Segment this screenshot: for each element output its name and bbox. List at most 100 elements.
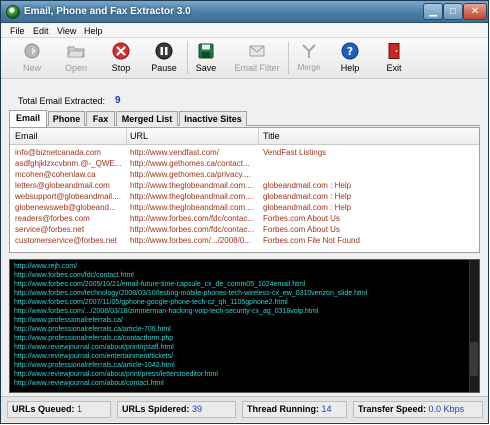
- transfer-speed-label: Transfer Speed:: [358, 404, 427, 414]
- log-scrollbar[interactable]: [469, 260, 479, 392]
- tab-phone[interactable]: Phone: [48, 111, 85, 126]
- help-icon: ?: [341, 42, 359, 60]
- crawl-log-panel[interactable]: http://www.rejh.com/ http://www.forbes.c…: [9, 259, 480, 393]
- transfer-speed-status: Transfer Speed: 0.0 Kbps: [353, 401, 483, 418]
- open-folder-icon: [67, 46, 85, 58]
- log-line: http://www.reviewjournal.com/entertainme…: [14, 353, 174, 360]
- table-row[interactable]: readers@forbes.com http://www.forbes.com…: [10, 214, 479, 225]
- save-label: Save: [195, 63, 217, 73]
- urls-spidered-status: URLs Spidered: 39: [117, 401, 236, 418]
- total-extracted-panel: Total Email Extracted: 9: [9, 91, 480, 108]
- log-line: http://www.professionalreferrals.ca/: [14, 317, 123, 324]
- column-header-email[interactable]: Email: [15, 131, 38, 141]
- email-cell: websupport@globeandmail....: [15, 192, 121, 201]
- url-cell: http://www.gethomes.ca/privacy....: [130, 170, 251, 179]
- menu-bar: File Edit View Help: [1, 24, 488, 38]
- status-bar: URLs Queued: 1 URLs Spidered: 39 Thread …: [1, 396, 488, 422]
- urls-queued-status: URLs Queued: 1: [7, 401, 111, 418]
- stop-button[interactable]: Stop: [98, 40, 144, 77]
- transfer-speed-value: 0.0 Kbps: [428, 404, 465, 414]
- title-cell: globeandmail.com : Help: [263, 203, 352, 212]
- email-filter-label: Email Filter: [234, 63, 280, 73]
- thread-running-status: Thread Running: 14: [242, 401, 347, 418]
- app-window: Email, Phone and Fax Extractor 3.0 ▁ □ ✕…: [0, 0, 489, 424]
- result-tabs: Email Phone Fax Merged List Inactive Sit…: [9, 110, 480, 127]
- url-cell: http://www.theglobeandmail.com....: [130, 192, 255, 201]
- table-row[interactable]: globenewsweb@globeand... http://www.theg…: [10, 203, 479, 214]
- log-line: http://www.forbes.com/.../2008/03/18/zim…: [14, 308, 319, 315]
- thread-running-label: Thread Running:: [247, 404, 319, 414]
- new-label: New: [22, 63, 41, 73]
- url-cell: http://www.gethomes.ca/contact...: [130, 159, 250, 168]
- email-results-table[interactable]: Email URL Title info@biznetcanada.com ht…: [9, 127, 480, 253]
- title-bar[interactable]: Email, Phone and Fax Extractor 3.0 ▁ □ ✕: [1, 1, 488, 23]
- email-cell: mcohen@cohenlaw.ca: [15, 170, 96, 179]
- table-row[interactable]: info@biznetcanada.com http://www.vendfas…: [10, 148, 479, 159]
- table-row[interactable]: service@forbes.net http://www.forbes.com…: [10, 225, 479, 236]
- save-disk-icon: [198, 43, 214, 59]
- email-cell: asdfghjklzxcvbnm.@-_QWE...: [15, 159, 122, 168]
- app-logo-icon: [6, 5, 20, 19]
- new-icon: [24, 43, 40, 59]
- help-button[interactable]: ? Help: [327, 40, 373, 77]
- menu-help[interactable]: Help: [84, 26, 103, 36]
- svg-text:?: ?: [347, 45, 353, 58]
- merge-button[interactable]: Merge: [286, 40, 332, 77]
- menu-file[interactable]: File: [10, 26, 25, 36]
- table-header: Email URL Title: [10, 128, 479, 145]
- title-cell: Forbes.com File Not Found: [263, 236, 360, 245]
- pause-icon: [155, 42, 173, 60]
- log-line: http://www.reviewjournal.com/about/print…: [14, 344, 174, 351]
- total-extracted-value: 9: [115, 95, 121, 106]
- log-line: http://www.professionalreferrals.ca/cont…: [14, 335, 174, 342]
- tab-fax[interactable]: Fax: [86, 111, 115, 126]
- thread-running-value: 14: [321, 404, 332, 414]
- log-line: http://www.reviewjournal.com/about/conta…: [14, 380, 164, 387]
- exit-label: Exit: [386, 63, 402, 73]
- table-row[interactable]: asdfghjklzxcvbnm.@-_QWE... http://www.ge…: [10, 159, 479, 170]
- column-divider[interactable]: [258, 128, 259, 145]
- log-line: http://www.forbes.com/technology/2008/03…: [14, 290, 368, 297]
- urls-spidered-value: 39: [192, 404, 203, 414]
- title-cell: globeandmail.com : Help: [263, 192, 352, 201]
- menu-edit[interactable]: Edit: [33, 26, 49, 36]
- urls-spidered-label: URLs Spidered:: [122, 404, 190, 414]
- tab-merged-list[interactable]: Merged List: [116, 111, 178, 126]
- close-button[interactable]: ✕: [463, 3, 487, 20]
- exit-button[interactable]: Exit: [371, 40, 417, 77]
- stop-label: Stop: [111, 63, 131, 73]
- minimize-button[interactable]: ▁: [423, 3, 443, 20]
- log-line: http://www.professionalreferrals.ca/arti…: [14, 362, 175, 369]
- tab-email[interactable]: Email: [9, 110, 47, 127]
- email-cell: service@forbes.net: [15, 225, 85, 234]
- log-line: http://www.rejh.com/: [14, 263, 78, 270]
- urls-queued-value: 1: [77, 404, 83, 414]
- pause-button[interactable]: Pause: [141, 40, 187, 77]
- table-row[interactable]: customerservice@forbes.net http://www.fo…: [10, 236, 479, 247]
- email-cell: customerservice@forbes.net: [15, 236, 117, 245]
- table-row[interactable]: websupport@globeandmail.... http://www.t…: [10, 192, 479, 203]
- column-header-url[interactable]: URL: [130, 131, 148, 141]
- exit-door-icon: [388, 43, 400, 59]
- log-scrollbar-thumb[interactable]: [470, 342, 478, 376]
- urls-queued-label: URLs Queued:: [12, 404, 75, 414]
- table-row[interactable]: letters@globeandmail.com http://www.theg…: [10, 181, 479, 192]
- table-row[interactable]: mcohen@cohenlaw.ca http://www.gethomes.c…: [10, 170, 479, 181]
- envelope-filter-icon: [249, 45, 265, 57]
- url-cell: http://www.theglobeandmail.com....: [130, 181, 255, 190]
- save-button[interactable]: Save: [183, 40, 229, 77]
- email-cell: letters@globeandmail.com: [15, 181, 110, 190]
- log-line: http://www.forbes.com/fdc/contact.html: [14, 272, 134, 279]
- open-button[interactable]: Open: [53, 40, 99, 77]
- url-cell: http://www.forbes.com/fdc/contac...: [130, 214, 255, 223]
- tab-inactive-sites[interactable]: Inactive Sites: [179, 111, 247, 126]
- merge-icon: [302, 44, 316, 58]
- open-label: Open: [64, 63, 88, 73]
- column-header-title[interactable]: Title: [263, 131, 280, 141]
- maximize-button[interactable]: □: [443, 3, 463, 20]
- email-filter-button[interactable]: Email Filter: [229, 40, 285, 77]
- menu-view[interactable]: View: [57, 26, 76, 36]
- new-button[interactable]: New: [9, 40, 55, 77]
- url-cell: http://www.vendfast.com/: [130, 148, 219, 157]
- column-divider[interactable]: [126, 128, 127, 145]
